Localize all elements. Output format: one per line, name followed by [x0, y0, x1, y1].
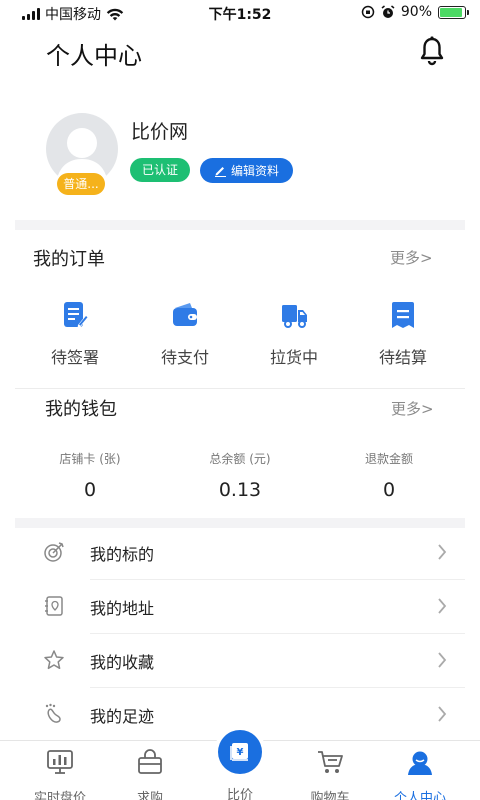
- user-icon: [408, 751, 432, 775]
- menu-label: 我的足迹: [90, 707, 155, 726]
- wallet-caption: 店铺卡 (张): [59, 452, 121, 466]
- wallet-value: 0.13: [218, 479, 262, 501]
- chevron-right-icon: [438, 544, 447, 560]
- menu-label: 我的收藏: [90, 653, 155, 672]
- yen-card-icon: ¥: [230, 743, 248, 761]
- tab-realtime-price[interactable]: 实时盘价: [20, 749, 100, 800]
- target-icon: [44, 542, 64, 562]
- wallet-total-balance[interactable]: 总余额 (元) 0.13: [175, 450, 305, 501]
- menu-item-my-favorites[interactable]: 我的收藏: [15, 634, 465, 688]
- order-label: 待支付: [160, 348, 209, 367]
- menu-label: 我的地址: [90, 599, 155, 618]
- bell-icon[interactable]: [418, 36, 446, 66]
- tab-price-compare[interactable]: ¥ 比价: [200, 726, 280, 800]
- address-icon: [45, 596, 63, 616]
- chevron-right-icon: [438, 598, 447, 614]
- tab-personal-center[interactable]: 个人中心: [380, 749, 460, 800]
- menu-item-my-targets[interactable]: 我的标的: [15, 526, 465, 580]
- orders-more-link[interactable]: 更多>: [390, 247, 433, 268]
- tab-label: 个人中心: [393, 791, 446, 800]
- receipt-icon: [392, 302, 414, 328]
- wallet-store-cards[interactable]: 店铺卡 (张) 0: [25, 450, 155, 501]
- edit-profile-label: 编辑资料: [230, 164, 279, 178]
- member-level-badge: 普通...: [57, 173, 105, 195]
- chart-monitor-icon: [47, 750, 73, 774]
- sign-document-icon: [64, 302, 89, 328]
- menu-item-my-address[interactable]: 我的地址: [15, 580, 465, 634]
- truck-icon: [282, 305, 307, 328]
- pencil-icon: [214, 167, 226, 177]
- tab-label: 比价: [226, 788, 253, 800]
- wallet-more-link[interactable]: 更多>: [391, 398, 434, 419]
- tab-cart[interactable]: 购物车: [290, 749, 370, 800]
- order-pending-settlement[interactable]: 待结算: [358, 300, 448, 368]
- order-pending-payment[interactable]: 待支付: [140, 300, 230, 368]
- star-icon: [44, 650, 64, 670]
- basket-icon: [138, 749, 162, 774]
- order-label: 拉货中: [269, 348, 318, 367]
- orientation-lock-icon: [361, 5, 375, 19]
- page-title: 个人中心: [46, 42, 142, 70]
- edit-profile-button[interactable]: 编辑资料: [200, 158, 293, 183]
- wallet-caption: 总余额 (元): [209, 452, 271, 466]
- chevron-right-icon: [438, 706, 447, 722]
- wallet-caption: 退款金额: [364, 452, 413, 466]
- tab-label: 求购: [136, 791, 163, 800]
- username: 比价网: [131, 121, 189, 143]
- order-label: 待签署: [50, 348, 99, 367]
- price-compare-button[interactable]: ¥: [218, 730, 262, 774]
- menu-label: 我的标的: [90, 545, 155, 564]
- orders-title: 我的订单: [33, 249, 105, 270]
- wallet-icon: [173, 303, 197, 326]
- status-bar: 中国移动 下午1:52 90%: [0, 0, 480, 26]
- battery-percent: 90%: [400, 4, 432, 20]
- section-separator: [15, 388, 465, 389]
- svg-text:¥: ¥: [237, 747, 244, 758]
- alarm-icon: [381, 5, 395, 18]
- tab-label: 实时盘价: [33, 791, 86, 800]
- chevron-right-icon: [438, 652, 447, 668]
- verified-badge: 已认证: [130, 158, 190, 182]
- battery-icon: [438, 5, 469, 19]
- order-label: 待结算: [378, 348, 427, 367]
- order-pending-sign[interactable]: 待签署: [30, 300, 120, 368]
- wallet-value: 0: [382, 479, 396, 501]
- wallet-title: 我的钱包: [45, 399, 117, 420]
- wallet-value: 0: [83, 479, 97, 501]
- cart-icon: [318, 751, 343, 773]
- order-in-transit[interactable]: 拉货中: [249, 300, 339, 368]
- wallet-refund-amount[interactable]: 退款金额 0: [324, 450, 454, 501]
- tab-label: 购物车: [310, 791, 350, 800]
- tab-purchase-request[interactable]: 求购: [110, 749, 190, 800]
- section-divider: [15, 220, 465, 230]
- footprint-icon: [45, 703, 61, 723]
